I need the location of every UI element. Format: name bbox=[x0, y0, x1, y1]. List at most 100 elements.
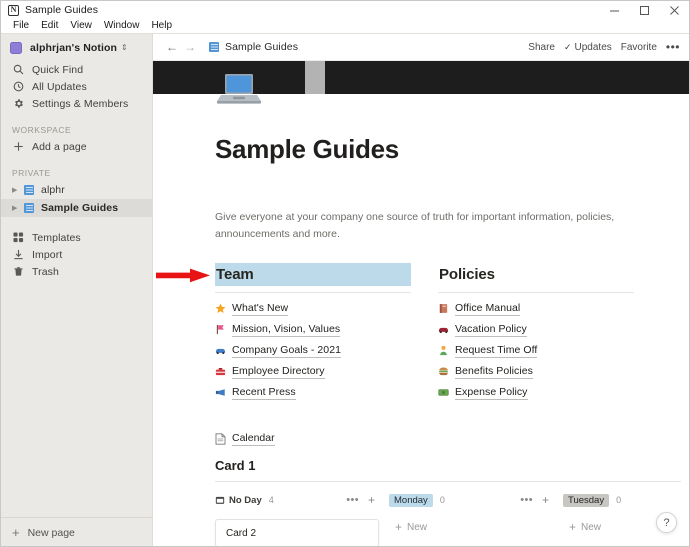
sidebar-item-label: Quick Find bbox=[32, 63, 84, 76]
board-column-name[interactable]: No Day bbox=[229, 495, 262, 506]
page-description[interactable]: Give everyone at your company one source… bbox=[215, 209, 615, 243]
list-item-label: Expense Policy bbox=[455, 385, 528, 400]
board-column-count: 0 bbox=[439, 495, 445, 505]
calendar-link[interactable]: Calendar bbox=[215, 431, 689, 446]
list-item[interactable]: Expense Policy bbox=[438, 382, 634, 402]
list-item[interactable]: Employee Directory bbox=[215, 361, 411, 381]
cover-band bbox=[305, 61, 325, 94]
updates-button[interactable]: ✓ Updates bbox=[564, 42, 612, 53]
column-heading-policies[interactable]: Policies bbox=[438, 263, 634, 286]
list-item[interactable]: Vacation Policy bbox=[438, 319, 634, 339]
toolbox-emoji bbox=[215, 366, 232, 377]
new-card-button[interactable]: + New bbox=[389, 521, 563, 533]
more-options-icon[interactable]: ••• bbox=[666, 41, 680, 53]
maximize-icon[interactable] bbox=[629, 1, 659, 19]
favorite-button[interactable]: Favorite bbox=[621, 42, 657, 53]
car-emoji bbox=[438, 324, 455, 335]
chevron-updown-icon: ⇕ bbox=[121, 42, 128, 52]
board-column-name[interactable]: Monday bbox=[389, 493, 433, 507]
sidebar-item-label: Trash bbox=[32, 265, 59, 278]
help-button[interactable]: ? bbox=[656, 512, 677, 533]
list-item[interactable]: Office Manual bbox=[438, 298, 634, 318]
sidebar-item-add-a-page[interactable]: Add a page bbox=[1, 138, 152, 155]
sidebar-item-templates[interactable]: Templates bbox=[1, 229, 152, 246]
menu-window[interactable]: Window bbox=[98, 19, 146, 33]
list-item[interactable]: Benefits Policies bbox=[438, 361, 634, 381]
sidebar-item-trash[interactable]: Trash bbox=[1, 263, 152, 280]
menu-bar: File Edit View Window Help bbox=[1, 19, 689, 34]
close-icon[interactable] bbox=[659, 1, 689, 19]
sidebar-item-quick-find[interactable]: Quick Find bbox=[1, 61, 152, 78]
share-button[interactable]: Share bbox=[528, 42, 555, 53]
topbar-actions: Share ✓ Updates Favorite ••• bbox=[528, 41, 689, 53]
new-page-button[interactable]: + New page bbox=[1, 517, 152, 546]
book-emoji bbox=[438, 303, 455, 314]
add-card-icon[interactable]: + bbox=[368, 494, 375, 506]
chevron-right-icon[interactable]: ▶ bbox=[12, 205, 21, 212]
list-item-label: Recent Press bbox=[232, 385, 296, 400]
breadcrumb[interactable]: Sample Guides bbox=[225, 41, 298, 53]
red-right-arrow-annotation bbox=[156, 268, 211, 283]
board-column-name[interactable]: Tuesday bbox=[563, 493, 610, 507]
menu-help[interactable]: Help bbox=[145, 19, 178, 33]
add-card-icon[interactable]: + bbox=[542, 494, 549, 506]
sidebar-page-sample-guides[interactable]: ▶ Sample Guides bbox=[1, 199, 152, 217]
workspace-avatar bbox=[10, 41, 22, 54]
policies-links: Office Manual Vacation Policy Request Ti… bbox=[438, 298, 634, 402]
sidebar-section-private: PRIVATE bbox=[12, 168, 51, 178]
menu-file[interactable]: File bbox=[7, 19, 35, 33]
updates-label: Updates bbox=[574, 41, 612, 53]
list-item-label: Mission, Vision, Values bbox=[232, 322, 341, 337]
flag-emoji bbox=[215, 324, 232, 335]
new-page-label: New page bbox=[27, 526, 75, 539]
back-arrow-icon[interactable]: ← bbox=[163, 41, 181, 53]
menu-view[interactable]: View bbox=[64, 19, 98, 33]
sidebar-item-label: Settings & Members bbox=[32, 97, 129, 110]
star-emoji bbox=[215, 303, 232, 314]
sidebar-item-label: All Updates bbox=[32, 80, 87, 93]
window-controls bbox=[599, 1, 689, 19]
list-item[interactable]: What's New bbox=[215, 298, 411, 318]
sidebar-item-import[interactable]: Import bbox=[1, 246, 152, 263]
more-options-icon[interactable]: ••• bbox=[520, 494, 533, 505]
laptop-emoji[interactable] bbox=[215, 69, 263, 111]
sidebar-item-all-updates[interactable]: All Updates bbox=[1, 78, 152, 95]
list-item[interactable]: Mission, Vision, Values bbox=[215, 319, 411, 339]
list-item-label: Benefits Policies bbox=[455, 364, 533, 379]
sidebar-item-settings-members[interactable]: Settings & Members bbox=[1, 95, 152, 112]
sidebar: alphrjan's Notion ⇕ Quick Find All Updat… bbox=[1, 34, 153, 546]
sidebar-section-workspace: WORKSPACE bbox=[12, 125, 72, 135]
board-column-count: 4 bbox=[268, 495, 274, 505]
workspace-switcher[interactable]: alphrjan's Notion ⇕ bbox=[1, 34, 152, 61]
kanban-board: No Day 4 ••• + Card 2 Monday 0 ••• + + N… bbox=[215, 493, 689, 546]
link-columns: Team What's New Mission, Vision, Values … bbox=[156, 263, 689, 402]
new-card-label: New bbox=[581, 521, 602, 533]
list-item[interactable]: Company Goals - 2021 bbox=[215, 340, 411, 360]
board-column-no-day: No Day 4 ••• + Card 2 bbox=[215, 493, 389, 546]
sidebar-page-alphr[interactable]: ▶ alphr bbox=[1, 181, 152, 199]
list-item[interactable]: Request Time Off bbox=[438, 340, 634, 360]
minimize-icon[interactable] bbox=[599, 1, 629, 19]
list-item-label: Vacation Policy bbox=[455, 322, 527, 337]
board-card[interactable]: Card 2 bbox=[215, 519, 379, 546]
megaphone-emoji bbox=[215, 387, 232, 398]
column-heading-team[interactable]: Team bbox=[215, 263, 411, 286]
plus-icon: + bbox=[569, 520, 577, 534]
board-title[interactable]: Card 1 bbox=[215, 458, 689, 473]
list-item-label: What's New bbox=[232, 301, 289, 316]
sidebar-page-label: alphr bbox=[41, 184, 65, 196]
list-item[interactable]: Recent Press bbox=[215, 382, 411, 402]
column-team: Team What's New Mission, Vision, Values … bbox=[156, 263, 411, 402]
check-icon: ✓ bbox=[563, 41, 572, 52]
chevron-right-icon[interactable]: ▶ bbox=[12, 187, 21, 194]
menu-edit[interactable]: Edit bbox=[35, 19, 64, 33]
forward-arrow-icon[interactable]: → bbox=[181, 41, 199, 53]
window-titlebar: Sample Guides bbox=[1, 1, 689, 19]
board-column-header: Monday 0 ••• + bbox=[389, 493, 563, 507]
workspace-name: alphrjan's Notion bbox=[30, 41, 118, 54]
breadcrumb-page-icon bbox=[209, 42, 219, 52]
more-options-icon[interactable]: ••• bbox=[346, 494, 359, 505]
templates-icon bbox=[12, 231, 25, 244]
page-title[interactable]: Sample Guides bbox=[215, 134, 689, 165]
plus-icon: + bbox=[12, 525, 20, 540]
